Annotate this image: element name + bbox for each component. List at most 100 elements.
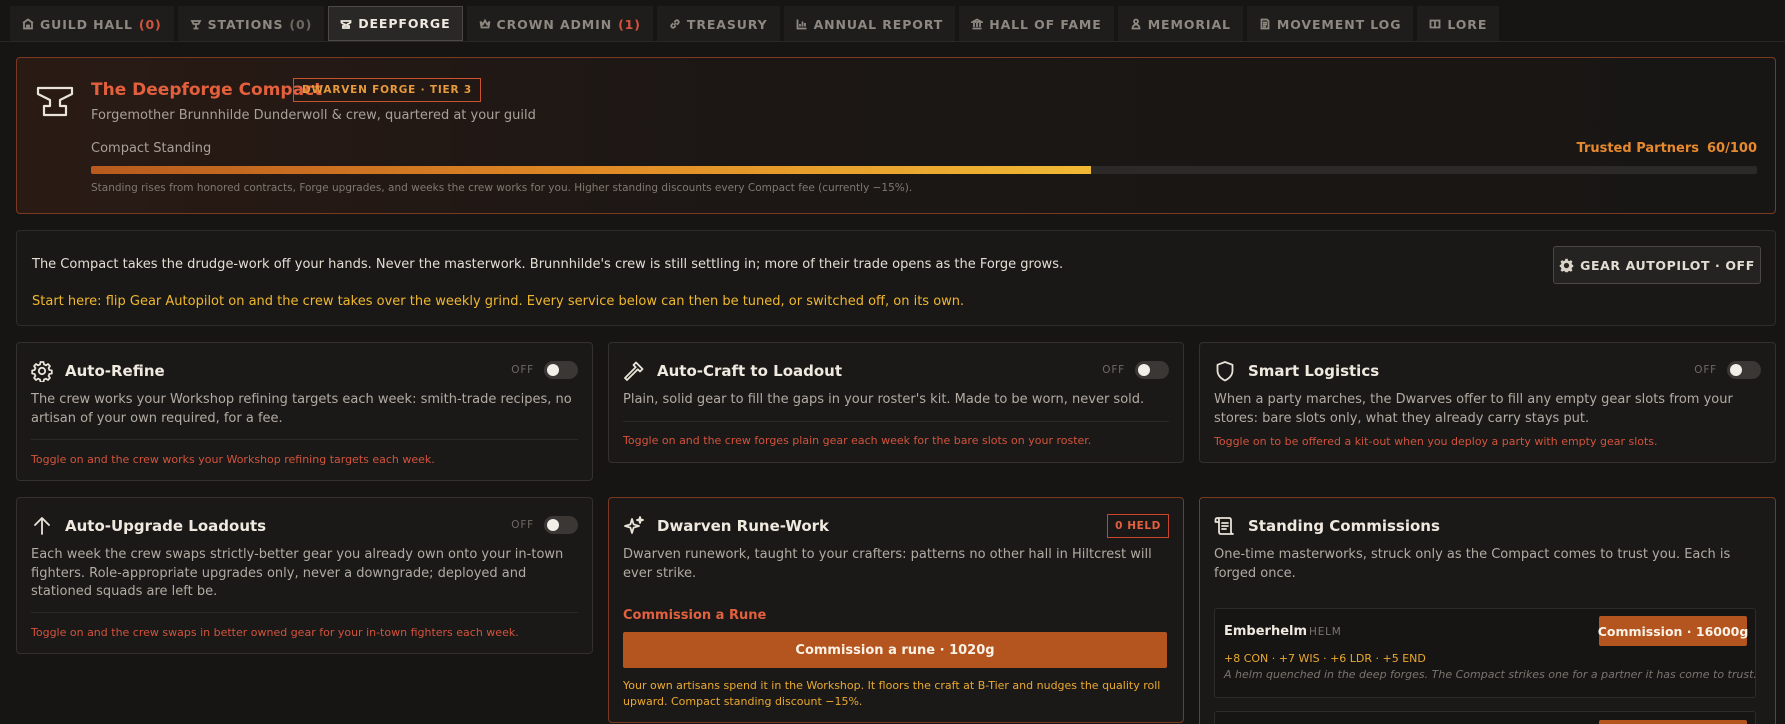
auto-craft-hint: Toggle on and the crew forges plain gear… bbox=[623, 434, 1092, 447]
tab-bar: GUILD HALL (0) STATIONS (0) DEEPFORGE CR… bbox=[10, 6, 1500, 41]
standing-commissions-title: Standing Commissions bbox=[1248, 517, 1440, 535]
auto-upgrade-hint: Toggle on and the crew swaps in better o… bbox=[31, 626, 519, 639]
gear-autopilot-label: GEAR AUTOPILOT · OFF bbox=[1580, 257, 1755, 273]
tab-label: MEMORIAL bbox=[1147, 16, 1231, 32]
tab-bar-divider bbox=[0, 41, 1785, 42]
log-icon bbox=[1259, 18, 1271, 30]
toggle-state-label: OFF bbox=[511, 519, 534, 531]
link-icon bbox=[669, 18, 681, 30]
standing-label: Compact Standing bbox=[91, 141, 212, 156]
toggle-knob bbox=[547, 364, 559, 376]
tab-label: STATIONS bbox=[207, 16, 284, 32]
smart-logistics-hint: Toggle on to be offered a kit-out when y… bbox=[1214, 435, 1658, 448]
commission-item-type: HELM bbox=[1309, 626, 1342, 638]
tab-treasury[interactable]: TREASURY bbox=[656, 6, 780, 41]
intro-text: The Compact takes the drudge-work off yo… bbox=[32, 257, 1064, 272]
auto-craft-description: Plain, solid gear to fill the gaps in yo… bbox=[623, 392, 1145, 407]
tab-hall-of-fame[interactable]: HALL OF FAME bbox=[959, 6, 1114, 41]
crown-icon bbox=[479, 18, 491, 30]
tab-label: LORE bbox=[1447, 16, 1488, 32]
tier-badge: DWARVEN FORGE · TIER 3 bbox=[293, 78, 481, 102]
tab-count: (0) bbox=[138, 16, 162, 32]
commission-item bbox=[1214, 711, 1756, 724]
anvil-icon bbox=[340, 18, 352, 30]
anvil-icon bbox=[35, 84, 75, 120]
standing-progress-bar bbox=[91, 166, 1757, 174]
standing-rank: Trusted Partners bbox=[1576, 141, 1700, 156]
tab-movement-log[interactable]: MOVEMENT LOG bbox=[1246, 6, 1414, 41]
tab-lore[interactable]: LORE bbox=[1417, 6, 1500, 41]
auto-refine-title: Auto-Refine bbox=[65, 362, 165, 380]
bar-chart-icon bbox=[796, 18, 808, 30]
toggle-state-label: OFF bbox=[1694, 364, 1717, 376]
auto-upgrade-description: Each week the crew swaps strictly-better… bbox=[31, 547, 564, 599]
tab-stations[interactable]: STATIONS (0) bbox=[177, 6, 325, 41]
page-title: The Deepforge Compact bbox=[91, 80, 323, 100]
auto-craft-title: Auto-Craft to Loadout bbox=[657, 362, 843, 380]
gear-autopilot-button[interactable]: GEAR AUTOPILOT · OFF bbox=[1553, 246, 1761, 284]
tab-deepforge[interactable]: DEEPFORGE bbox=[328, 6, 463, 41]
smart-logistics-title: Smart Logistics bbox=[1248, 362, 1380, 380]
rune-work-card: Dwarven Rune-Work 0 HELD Dwarven runewor… bbox=[608, 497, 1184, 723]
tab-count: (0) bbox=[289, 16, 313, 32]
commission-button[interactable]: Commission · 16000g bbox=[1598, 616, 1748, 646]
tab-label: MOVEMENT LOG bbox=[1276, 16, 1402, 32]
sparkles-icon bbox=[623, 515, 645, 537]
tab-label: GUILD HALL bbox=[40, 16, 133, 32]
tab-crown-admin[interactable]: CROWN ADMIN (1) bbox=[466, 6, 653, 41]
standing-status: Trusted Partners 60/100 bbox=[1577, 141, 1758, 156]
scroll-icon bbox=[1214, 515, 1236, 537]
arrow-up-icon bbox=[31, 515, 53, 537]
toggle-switch[interactable] bbox=[1727, 361, 1761, 379]
runes-held-badge: 0 HELD bbox=[1107, 514, 1169, 538]
smart-logistics-description: When a party marches, the Dwarves offer … bbox=[1214, 392, 1733, 426]
crew-subtitle: Forgemother Brunnhilde Dunderwoll & crew… bbox=[91, 108, 536, 123]
shield-icon bbox=[1214, 360, 1236, 382]
tab-annual-report[interactable]: ANNUAL REPORT bbox=[783, 6, 956, 41]
auto-refine-toggle[interactable]: OFF bbox=[511, 361, 578, 379]
auto-upgrade-toggle[interactable]: OFF bbox=[511, 516, 578, 534]
tab-memorial[interactable]: MEMORIAL bbox=[1117, 6, 1243, 41]
standing-note: Standing rises from honored contracts, F… bbox=[91, 182, 913, 194]
smart-logistics-card: Smart Logistics OFF When a party marches… bbox=[1199, 342, 1776, 463]
smart-logistics-toggle[interactable]: OFF bbox=[1694, 361, 1761, 379]
toggle-knob bbox=[547, 519, 559, 531]
tab-label: CROWN ADMIN bbox=[496, 16, 613, 32]
commission-rune-note: Your own artisans spend it in the Worksh… bbox=[623, 679, 1161, 708]
intro-start-hint: Start here: flip Gear Autopilot on and t… bbox=[32, 294, 965, 309]
auto-upgrade-card: Auto-Upgrade Loadouts OFF Each week the … bbox=[16, 497, 593, 654]
tab-count: (1) bbox=[618, 16, 641, 32]
auto-craft-toggle[interactable]: OFF bbox=[1102, 361, 1169, 379]
tab-guild-hall[interactable]: GUILD HALL (0) bbox=[10, 6, 174, 41]
toggle-state-label: OFF bbox=[511, 364, 534, 376]
toggle-switch[interactable] bbox=[544, 516, 578, 534]
commission-item-flavor: A helm quenched in the deep forges. The … bbox=[1224, 668, 1757, 681]
compact-header-card: The Deepforge Compact DWARVEN FORGE · TI… bbox=[16, 57, 1776, 214]
gear-icon bbox=[31, 360, 53, 383]
auto-craft-card: Auto-Craft to Loadout OFF Plain, solid g… bbox=[608, 342, 1184, 463]
toggle-switch[interactable] bbox=[544, 361, 578, 379]
toggle-knob bbox=[1138, 364, 1150, 376]
auto-refine-hint: Toggle on and the crew works your Worksh… bbox=[31, 453, 435, 466]
rune-work-description: Dwarven runework, taught to your crafter… bbox=[623, 547, 1152, 581]
standing-commissions-description: One-time masterworks, struck only as the… bbox=[1214, 547, 1731, 581]
toggle-switch[interactable] bbox=[1135, 361, 1169, 379]
commission-rune-button[interactable]: Commission a rune · 1020g bbox=[623, 632, 1167, 668]
commission-rune-heading: Commission a Rune bbox=[623, 608, 767, 623]
stations-icon bbox=[190, 18, 202, 30]
tab-label: ANNUAL REPORT bbox=[813, 16, 944, 32]
commission-item-stats: +8 CON · +7 WIS · +6 LDR · +5 END bbox=[1224, 652, 1426, 665]
gear-icon bbox=[1559, 258, 1574, 272]
tab-label: DEEPFORGE bbox=[358, 16, 451, 31]
auto-upgrade-title: Auto-Upgrade Loadouts bbox=[65, 517, 267, 535]
commission-button[interactable] bbox=[1599, 720, 1747, 724]
tab-label: HALL OF FAME bbox=[989, 16, 1102, 32]
divider bbox=[31, 439, 578, 440]
standing-value: 60/100 bbox=[1707, 141, 1757, 156]
tab-label: TREASURY bbox=[686, 16, 768, 32]
pillar-icon bbox=[971, 18, 984, 30]
commission-item-name: Emberhelm bbox=[1224, 624, 1308, 639]
auto-refine-card: Auto-Refine OFF The crew works your Work… bbox=[16, 342, 593, 481]
auto-refine-description: The crew works your Workshop refining ta… bbox=[31, 392, 572, 426]
guild-hall-icon bbox=[22, 18, 34, 30]
